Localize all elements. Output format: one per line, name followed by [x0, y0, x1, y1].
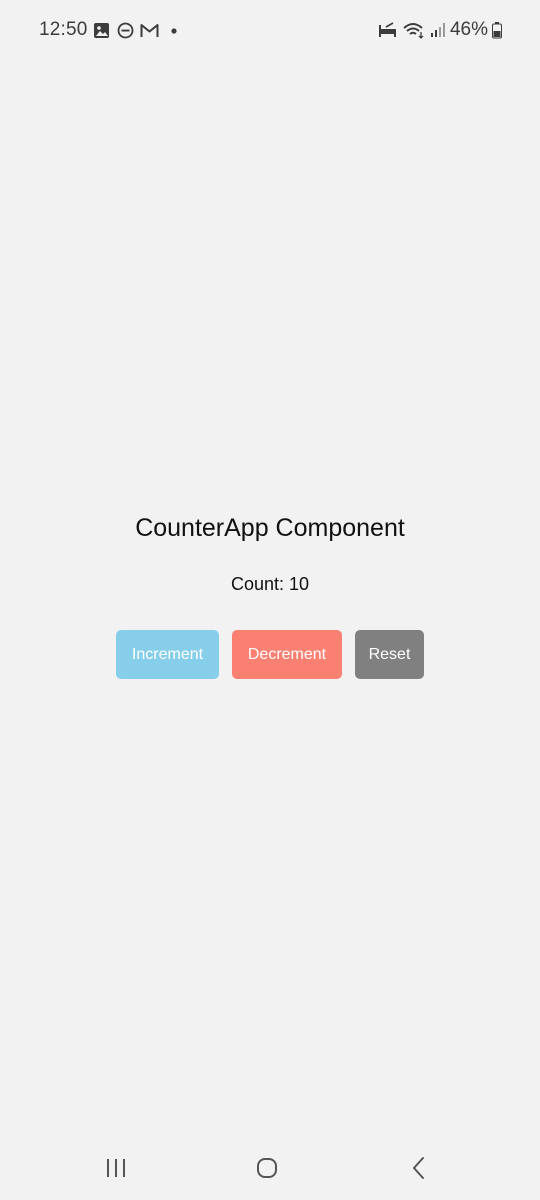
reset-button[interactable]: Reset: [355, 630, 424, 679]
counter-app: CounterApp Component Count: 10 Increment…: [0, 0, 540, 1200]
recent-apps-button[interactable]: [96, 1154, 136, 1186]
back-button[interactable]: [399, 1154, 439, 1186]
home-icon: [255, 1156, 279, 1185]
increment-button[interactable]: Increment: [116, 630, 219, 679]
recent-apps-icon: [104, 1157, 128, 1184]
count-display: Count: 10: [230, 574, 310, 594]
decrement-button[interactable]: Decrement: [232, 630, 342, 679]
back-icon: [411, 1156, 427, 1185]
navigation-bar: [0, 1140, 540, 1200]
page-title: CounterApp Component: [135, 514, 405, 542]
home-button[interactable]: [247, 1154, 287, 1186]
